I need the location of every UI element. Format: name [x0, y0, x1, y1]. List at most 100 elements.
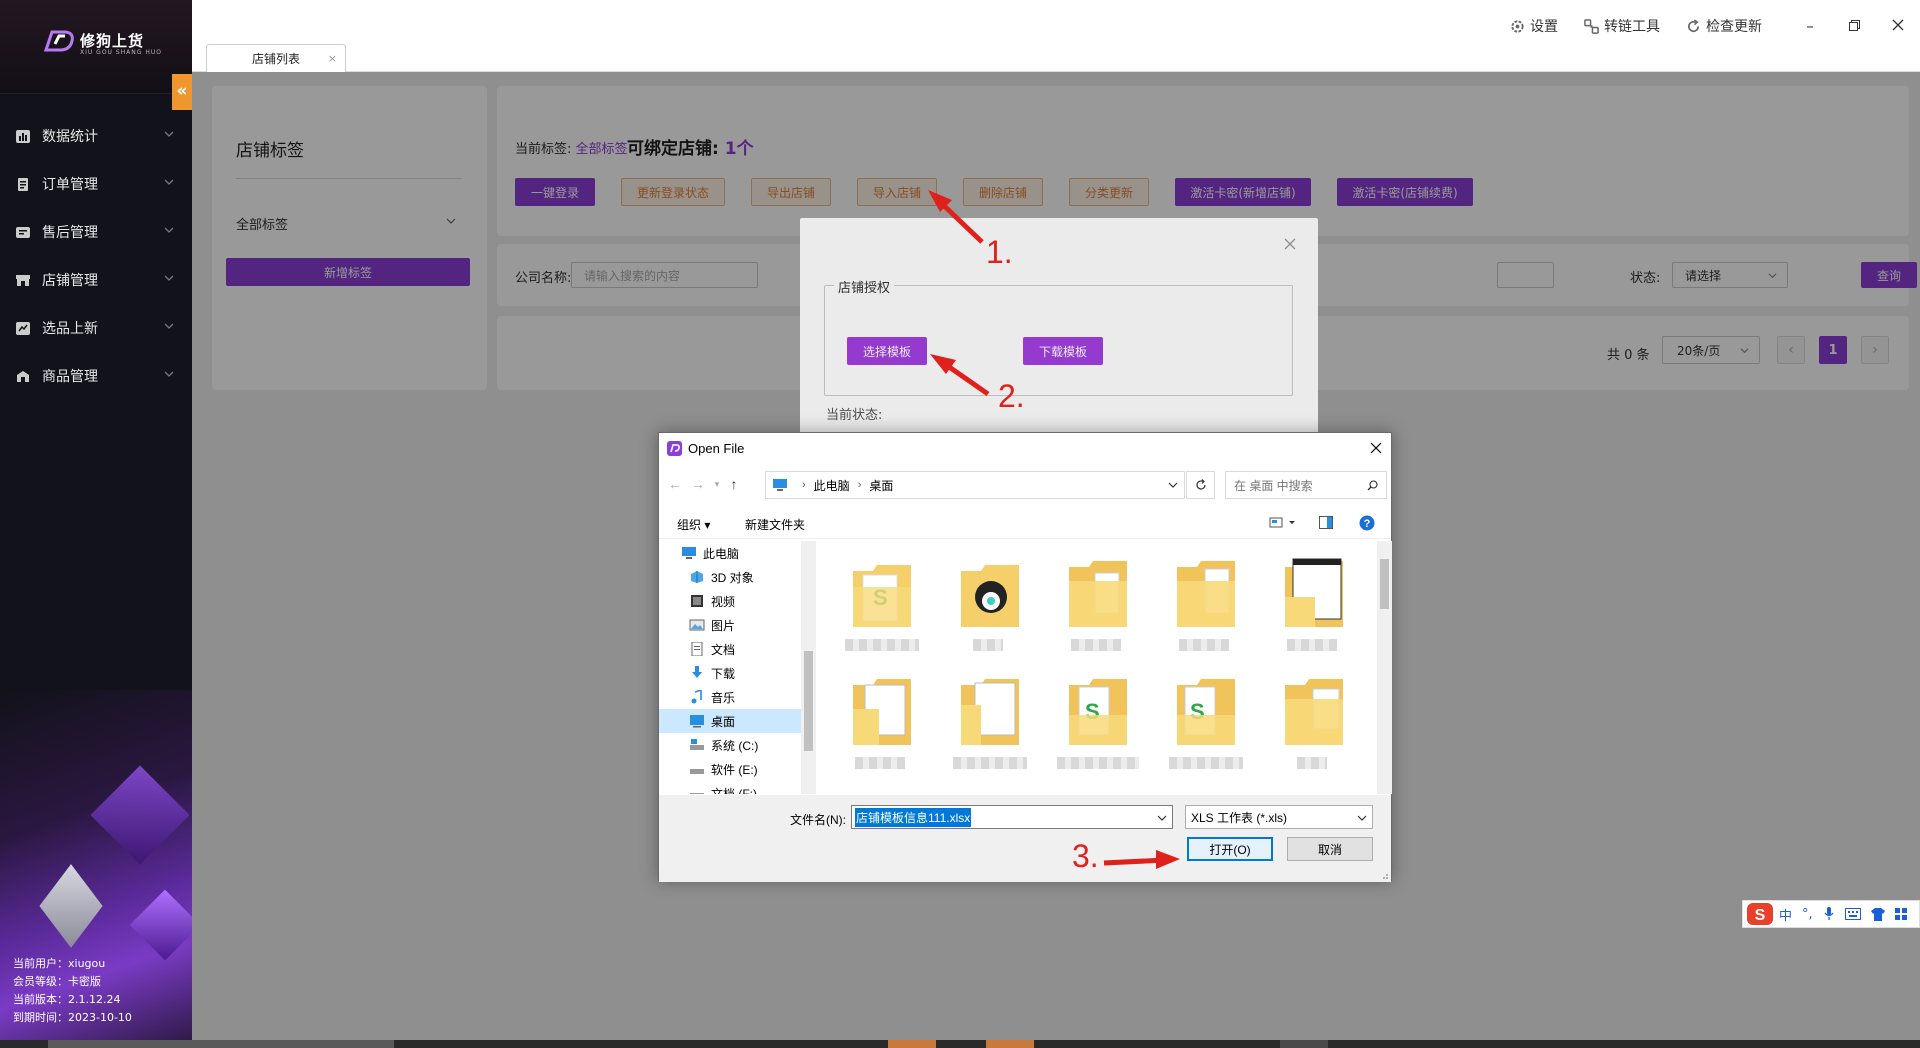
navigation-bar: ← → ▾ ↑ › 此电脑 › 桌面 在 桌面 中搜索 — [659, 471, 1391, 499]
ime-punctuation[interactable]: °, — [1802, 907, 1813, 922]
sidebar-item-stores[interactable]: 店铺管理 — [0, 256, 192, 304]
tree-item-label: 视频 — [711, 594, 736, 609]
filename-input[interactable]: 店铺模板信息111.xlsx — [851, 805, 1173, 829]
file-item[interactable] — [1165, 549, 1247, 659]
current-status-label: 当前状态: — [826, 408, 883, 423]
minimize-button[interactable]: – — [1788, 17, 1832, 35]
chevron-down-icon — [164, 179, 174, 185]
new-folder-button[interactable]: 新建文件夹 — [745, 516, 805, 533]
sidebar-item-goods[interactable]: 商品管理 — [0, 352, 192, 400]
file-item[interactable]: S — [841, 549, 923, 659]
pictures-icon — [689, 619, 705, 631]
chevron-down-icon — [1357, 815, 1367, 821]
collapse-sidebar-button[interactable]: « — [172, 74, 192, 110]
tree-item-video[interactable]: 视频 — [659, 589, 801, 613]
tree-item-3d-objects[interactable]: 3D 对象 — [659, 565, 801, 589]
goods-icon — [17, 370, 29, 382]
sidebar-item-aftersale[interactable]: 售后管理 — [0, 208, 192, 256]
microphone-icon[interactable] — [1823, 907, 1835, 921]
forward-button[interactable]: → — [690, 476, 706, 492]
sidebar-item-label: 商品管理 — [42, 369, 98, 385]
tab-store-list[interactable]: 店铺列表 × — [206, 44, 346, 72]
sidebar-item-statistics[interactable]: 数据统计 — [0, 112, 192, 160]
ime-chinese-mode[interactable]: 中 — [1779, 905, 1792, 924]
recent-locations-button[interactable]: ▾ — [709, 476, 725, 492]
sidebar-menu: 数据统计 订单管理 售后管理 店铺管理 选品上新 商品管理 — [0, 112, 192, 400]
close-icon[interactable]: × — [328, 52, 337, 65]
video-icon — [691, 595, 703, 607]
tree-item-label: 软件 (E:) — [711, 762, 758, 777]
folder-icon — [1285, 679, 1343, 745]
download-template-button[interactable]: 下载模板 — [1023, 337, 1103, 365]
settings-button[interactable]: 设置 — [1510, 16, 1558, 36]
refresh-icon — [1688, 18, 1700, 32]
sidebar: 修狗上货 XIU GOU SHANG HUO « 数据统计 订单管理 售后管理 … — [0, 0, 192, 1048]
tree-item-this-pc[interactable]: 此电脑 — [659, 541, 801, 565]
folder-icon — [853, 679, 911, 745]
tree-item-pictures[interactable]: 图片 — [659, 613, 801, 637]
file-item[interactable]: S — [1057, 667, 1139, 777]
folder-icon — [1177, 561, 1235, 627]
file-item[interactable] — [1273, 667, 1355, 777]
keyboard-icon[interactable] — [1844, 908, 1861, 920]
help-icon[interactable]: ? — [1359, 515, 1375, 531]
file-search-input[interactable]: 在 桌面 中搜索 — [1225, 471, 1387, 499]
close-icon[interactable] — [1369, 441, 1383, 455]
resize-grip-icon[interactable] — [1379, 870, 1389, 880]
file-item[interactable] — [949, 549, 1031, 659]
tree-item-drive-e[interactable]: 软件 (E:) — [659, 757, 801, 781]
breadcrumb-this-pc[interactable]: 此电脑 — [814, 477, 850, 494]
tree-item-label: 音乐 — [711, 690, 736, 705]
open-button[interactable]: 打开(O) — [1187, 837, 1273, 861]
tree-item-downloads[interactable]: 下载 — [659, 661, 801, 685]
file-item[interactable] — [1057, 549, 1139, 659]
breadcrumb-desktop[interactable]: 桌面 — [869, 477, 893, 494]
close-window-button[interactable] — [1876, 17, 1920, 35]
folder-icon — [961, 679, 1019, 745]
file-item[interactable] — [949, 667, 1031, 777]
skin-icon[interactable] — [1870, 907, 1885, 921]
view-mode-icon[interactable] — [1269, 517, 1297, 529]
close-icon[interactable] — [1284, 238, 1296, 250]
filetype-select[interactable]: XLS 工作表 (*.xls) — [1185, 805, 1373, 829]
select-template-button[interactable]: 选择模板 — [847, 337, 927, 365]
sogou-logo-icon[interactable]: S — [1747, 903, 1773, 925]
sidebar-item-product-select[interactable]: 选品上新 — [0, 304, 192, 352]
link-tool-label: 转链工具 — [1604, 19, 1660, 35]
tree-item-label: 3D 对象 — [711, 570, 754, 585]
tree-item-music[interactable]: 音乐 — [659, 685, 801, 709]
annotation-step-3: 3. — [1072, 838, 1099, 874]
up-button[interactable]: ↑ — [726, 476, 742, 492]
sidebar-item-orders[interactable]: 订单管理 — [0, 160, 192, 208]
folder-icon — [961, 565, 1019, 627]
chevron-down-icon[interactable] — [1168, 480, 1178, 490]
back-button[interactable]: ← — [667, 476, 683, 492]
link-tool-button[interactable]: 转链工具 — [1584, 16, 1660, 36]
app-version: 当前版本：2.1.12.24 — [13, 993, 121, 1006]
check-update-button[interactable]: 检查更新 — [1686, 16, 1762, 36]
tree-item-documents[interactable]: 文档 — [659, 637, 801, 661]
toolbox-icon[interactable] — [1894, 907, 1908, 921]
chevron-down-icon[interactable] — [1157, 813, 1167, 823]
tree-item-drive-f[interactable]: 文档 (F:) — [659, 781, 801, 794]
file-item[interactable] — [1273, 549, 1355, 659]
tree-item-label: 下载 — [711, 666, 736, 681]
refresh-button[interactable] — [1186, 471, 1215, 499]
restore-icon — [1848, 20, 1860, 31]
tree-item-drive-c[interactable]: 系统 (C:) — [659, 733, 801, 757]
user-info: 当前用户：xiugou 会员等级：卡密版 当前版本：2.1.12.24 到期时间… — [13, 955, 132, 1027]
tree-scrollbar[interactable] — [801, 541, 816, 794]
file-list-scrollbar[interactable] — [1377, 541, 1392, 794]
file-item[interactable] — [841, 667, 923, 777]
logo-icon — [43, 30, 74, 52]
logo-subtitle: XIU GOU SHANG HUO — [80, 49, 162, 56]
organize-button[interactable]: 组织 ▾ — [677, 516, 710, 533]
address-bar[interactable]: › 此电脑 › 桌面 — [765, 471, 1185, 499]
file-item[interactable]: S — [1165, 667, 1247, 777]
cancel-button[interactable]: 取消 — [1287, 837, 1373, 861]
refresh-icon — [1195, 479, 1206, 490]
preview-pane-icon[interactable] — [1319, 516, 1333, 529]
drive-icon — [690, 769, 704, 774]
tree-item-desktop[interactable]: 桌面 — [659, 709, 801, 733]
restore-button[interactable] — [1832, 17, 1876, 35]
